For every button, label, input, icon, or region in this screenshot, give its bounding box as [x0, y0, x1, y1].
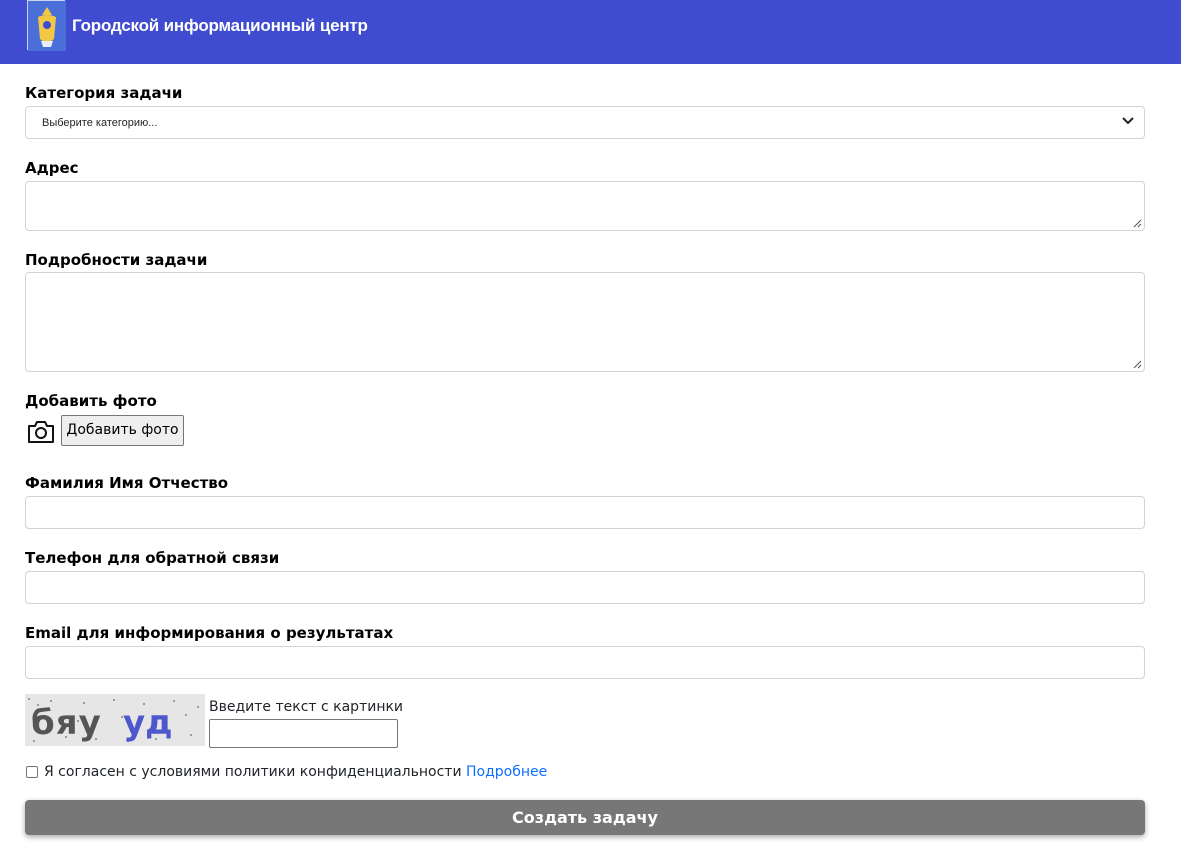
svg-text:уд: уд [123, 703, 173, 743]
consent-checkbox[interactable] [26, 766, 38, 778]
resize-handle-icon[interactable] [1133, 219, 1142, 228]
consent-label: Я согласен с условиями политики конфиден… [44, 764, 547, 780]
category-select-value: Выберите категорию... [42, 117, 158, 129]
camera-icon[interactable] [27, 419, 55, 445]
email-input[interactable] [25, 646, 1145, 679]
city-coat-of-arms-logo [27, 0, 66, 51]
details-textarea[interactable] [25, 272, 1145, 372]
email-label: Email для информирования о результатах [25, 624, 394, 642]
captcha-label: Введите текст с картинки [209, 699, 404, 715]
captcha-input[interactable] [209, 719, 398, 748]
phone-input[interactable] [25, 571, 1145, 604]
category-label: Категория задачи [25, 84, 183, 102]
consent-text: Я согласен с условиями политики конфиден… [44, 764, 462, 780]
full-name-label: Фамилия Имя Отчество [25, 474, 229, 492]
captcha-text: бяу [31, 703, 102, 743]
add-photo-button[interactable]: Добавить фото [61, 415, 184, 446]
app-title: Городской информационный центр [72, 16, 368, 35]
resize-handle-icon[interactable] [1133, 360, 1142, 369]
privacy-policy-link[interactable]: Подробнее [466, 764, 547, 780]
full-name-input[interactable] [25, 496, 1145, 529]
chevron-down-icon [1122, 117, 1134, 125]
create-task-button[interactable]: Создать задачу [25, 800, 1145, 835]
category-select[interactable]: Выберите категорию... [25, 106, 1145, 139]
phone-label: Телефон для обратной связи [25, 549, 280, 567]
photo-label: Добавить фото [25, 392, 157, 410]
app-header: Городской информационный центр [0, 0, 1181, 64]
address-label: Адрес [25, 159, 79, 177]
details-label: Подробности задачи [25, 251, 208, 269]
address-textarea[interactable] [25, 181, 1145, 231]
captcha-image: бяу уд [25, 694, 205, 746]
